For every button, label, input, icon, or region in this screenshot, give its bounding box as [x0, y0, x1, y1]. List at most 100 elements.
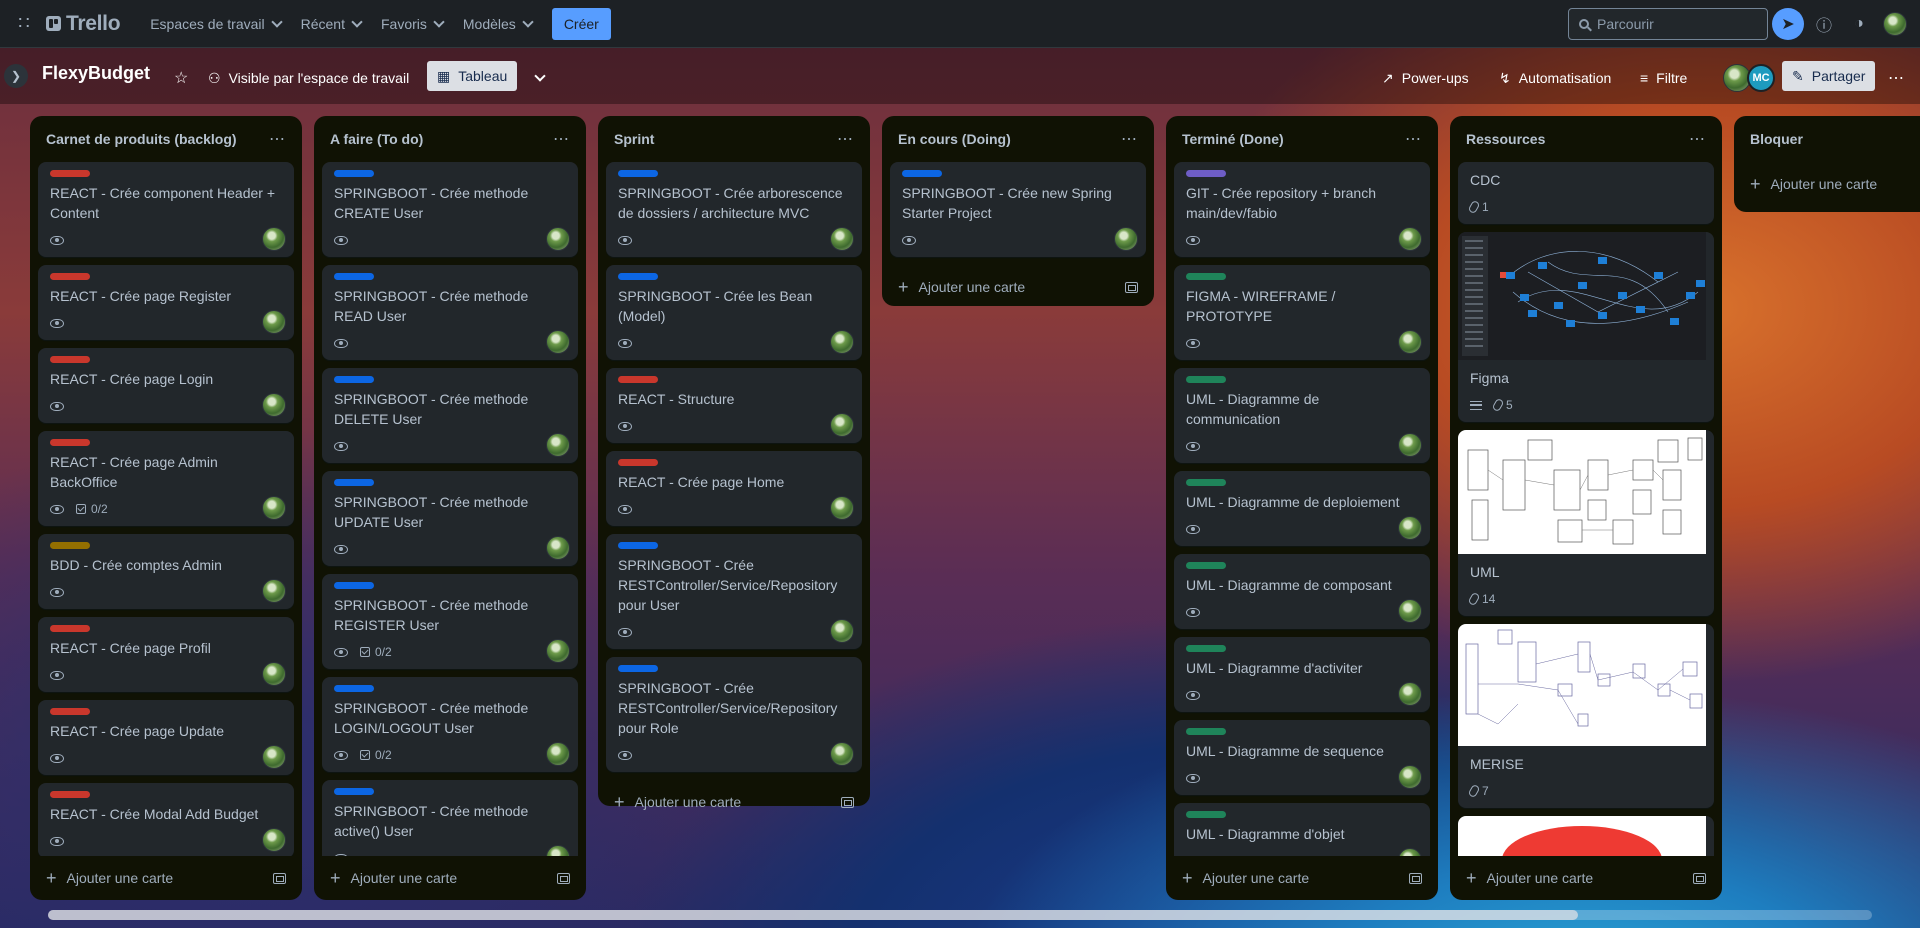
create-from-template-icon[interactable]: [1125, 281, 1138, 293]
card-label[interactable]: [618, 665, 658, 672]
list-title[interactable]: A faire (To do): [330, 131, 423, 147]
menu-workspaces[interactable]: Espaces de travail: [140, 8, 290, 40]
card-label[interactable]: [50, 356, 90, 363]
card-label[interactable]: [50, 708, 90, 715]
card[interactable]: SPRINGBOOT - Crée RESTController/Service…: [606, 534, 862, 649]
card[interactable]: REACT - Crée Modal Add Budget: [38, 783, 294, 856]
more-options-icon[interactable]: ⋯: [1880, 62, 1912, 94]
card[interactable]: REACT - Crée component Header + Content: [38, 162, 294, 257]
card-label[interactable]: [618, 459, 658, 466]
card[interactable]: SPRINGBOOT - Crée methode UPDATE User: [322, 471, 578, 566]
card-label[interactable]: [334, 479, 374, 486]
card-label[interactable]: [1186, 170, 1226, 177]
add-card-button[interactable]: + Ajouter une carte: [898, 278, 1025, 296]
automation-button[interactable]: ↯ Automatisation: [1491, 62, 1619, 94]
card-label[interactable]: [50, 791, 90, 798]
view-switcher-chevron[interactable]: [528, 62, 552, 94]
list-title[interactable]: Sprint: [614, 131, 654, 147]
help-icon[interactable]: ⓘ: [1808, 8, 1840, 40]
rocket-icon[interactable]: ➤: [1772, 8, 1804, 40]
card[interactable]: FIGMA - WIREFRAME / PROTOTYPE: [1174, 265, 1430, 360]
list-more-icon[interactable]: ⋯: [1121, 129, 1138, 149]
create-from-template-icon[interactable]: [273, 872, 286, 884]
card-label[interactable]: [1186, 273, 1226, 280]
list-more-icon[interactable]: ⋯: [1405, 129, 1422, 149]
create-from-template-icon[interactable]: [1693, 872, 1706, 884]
card-label[interactable]: [1186, 562, 1226, 569]
card-label[interactable]: [618, 542, 658, 549]
card-label[interactable]: [50, 170, 90, 177]
card-label[interactable]: [50, 542, 90, 549]
list-title[interactable]: Ressources: [1466, 131, 1545, 147]
card-label[interactable]: [618, 273, 658, 280]
powerups-button[interactable]: ↗ Power-ups: [1374, 62, 1477, 94]
card[interactable]: SPRINGBOOT - Crée methode REGISTER User 0…: [322, 574, 578, 669]
search-input[interactable]: Parcourir: [1568, 8, 1768, 40]
card-label[interactable]: [50, 625, 90, 632]
horizontal-scrollbar-thumb[interactable]: [48, 910, 1578, 920]
list-more-icon[interactable]: ⋯: [269, 129, 286, 149]
card[interactable]: MERISE 7: [1458, 624, 1714, 808]
menu-templates[interactable]: Modèles: [453, 8, 542, 40]
menu-recent[interactable]: Récent: [291, 8, 371, 40]
list-title[interactable]: Carnet de produits (backlog): [46, 131, 237, 147]
create-button[interactable]: Créer: [551, 7, 611, 40]
filter-button[interactable]: ≡ Filtre: [1632, 62, 1695, 94]
card[interactable]: Figma 5: [1458, 232, 1714, 422]
card[interactable]: UML 14: [1458, 430, 1714, 616]
card[interactable]: UML - Diagramme de sequence: [1174, 720, 1430, 795]
card[interactable]: SPRINGBOOT - Crée methode active() User: [322, 780, 578, 856]
create-from-template-icon[interactable]: [557, 872, 570, 884]
star-icon[interactable]: ☆: [166, 62, 196, 94]
card[interactable]: REACT - Crée page Profil: [38, 617, 294, 692]
card-label[interactable]: [50, 273, 90, 280]
card-label[interactable]: [1186, 479, 1226, 486]
list-more-icon[interactable]: ⋯: [1689, 129, 1706, 149]
card[interactable]: REACT - Crée page Update: [38, 700, 294, 775]
card-label[interactable]: [1186, 728, 1226, 735]
card[interactable]: SPRINGBOOT - Crée RESTController/Service…: [606, 657, 862, 772]
card-label[interactable]: [334, 170, 374, 177]
card[interactable]: UML - Diagramme de communication: [1174, 368, 1430, 463]
trello-logo[interactable]: Trello: [46, 12, 121, 36]
card-label[interactable]: [902, 170, 942, 177]
list-more-icon[interactable]: ⋯: [837, 129, 854, 149]
card[interactable]: REACT - Crée page Admin BackOffice 0/2: [38, 431, 294, 526]
card-label[interactable]: [334, 582, 374, 589]
card[interactable]: UML - Diagramme d'activiter: [1174, 637, 1430, 712]
sidebar-expand-icon[interactable]: ❯: [4, 64, 28, 88]
card[interactable]: UML - Diagramme de composant: [1174, 554, 1430, 629]
share-button[interactable]: ✎ Partager: [1782, 61, 1876, 91]
card-label[interactable]: [1186, 376, 1226, 383]
add-card-button[interactable]: + Ajouter une carte: [1182, 869, 1309, 887]
list-more-icon[interactable]: ⋯: [553, 129, 570, 149]
card-label[interactable]: [334, 685, 374, 692]
card[interactable]: SPRINGBOOT - Crée methode CREATE User: [322, 162, 578, 257]
create-from-template-icon[interactable]: [1409, 872, 1422, 884]
add-card-button[interactable]: + Ajouter une carte: [1466, 869, 1593, 887]
card[interactable]: SPRINGBOOT - Crée new Spring Starter Pro…: [890, 162, 1146, 257]
card[interactable]: REACT - Crée page Home: [606, 451, 862, 526]
visibility-button[interactable]: ⚇ Visible par l'espace de travail: [200, 62, 417, 94]
account-avatar[interactable]: [1879, 8, 1911, 40]
card[interactable]: SPRINGBOOT - Crée methode READ User: [322, 265, 578, 360]
card-label[interactable]: [618, 170, 658, 177]
card[interactable]: SPRINGBOOT - Crée les Bean (Model): [606, 265, 862, 360]
theme-toggle-icon[interactable]: ◑: [1843, 8, 1875, 40]
card[interactable]: SPRINGBOOT - Crée methode DELETE User: [322, 368, 578, 463]
menu-starred[interactable]: Favoris: [371, 8, 453, 40]
card[interactable]: SPRINGBOOT - Crée methode LOGIN/LOGOUT U…: [322, 677, 578, 772]
list-title[interactable]: En cours (Doing): [898, 131, 1011, 147]
list-title[interactable]: Bloquer: [1750, 131, 1803, 147]
add-card-button[interactable]: + Ajouter une carte: [614, 793, 741, 811]
add-card-button[interactable]: + Ajouter une carte: [46, 869, 173, 887]
add-card-button[interactable]: + Ajouter une carte: [1750, 175, 1877, 193]
create-from-template-icon[interactable]: [841, 796, 854, 808]
card[interactable]: REACT - Structure: [606, 368, 862, 443]
card-label[interactable]: [334, 376, 374, 383]
card[interactable]: BDD - Crée comptes Admin: [38, 534, 294, 609]
card[interactable]: CDC 1: [1458, 162, 1714, 224]
card-label[interactable]: [1186, 645, 1226, 652]
board-title[interactable]: FlexyBudget: [42, 63, 150, 84]
card[interactable]: GIT - Crée repository + branch main/dev/…: [1174, 162, 1430, 257]
